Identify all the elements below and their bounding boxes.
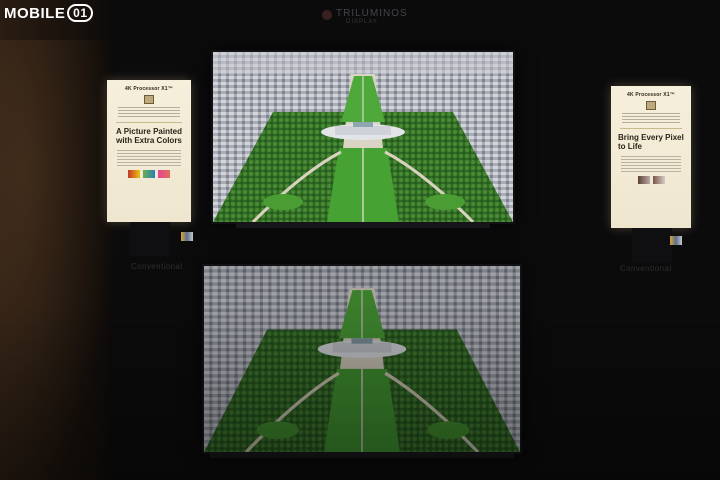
card-right-divider <box>620 128 682 129</box>
card-right-thumbnails <box>618 176 684 184</box>
tv-bezel-top <box>236 222 490 228</box>
brand-subtitle: DISPLAY <box>346 19 378 25</box>
card-left-headline: A Picture Painted with Extra Colors <box>116 127 182 145</box>
color-sample-thumbnail <box>143 170 155 178</box>
floor-shadow <box>0 300 720 480</box>
flower-thumbnail <box>158 170 170 178</box>
card-right-tag <box>670 236 682 245</box>
watermark-logo: MOBILE 01 <box>4 2 94 24</box>
detail-thumbnail <box>652 176 665 184</box>
tv-screen-top <box>213 52 513 222</box>
card-left-thumbnails <box>114 170 184 178</box>
processor-chip-icon <box>646 101 656 110</box>
card-left-body <box>117 150 181 166</box>
card-left-stand <box>130 222 170 256</box>
card-right-label: 4K Processor X1™ <box>627 92 675 98</box>
exhibit-scene: MOBILE 01 TRILUMINOS DISPLAY 4K Processo… <box>0 0 720 480</box>
processor-chip-icon <box>144 95 154 104</box>
card-left-fineprint <box>118 107 180 119</box>
brand-sign: TRILUMINOS DISPLAY <box>322 6 422 28</box>
card-right-stand <box>632 228 672 262</box>
caption-right: Conventional <box>620 264 672 273</box>
info-card-left: 4K Processor X1™ A Picture Painted with … <box>107 80 191 222</box>
card-right-fineprint <box>622 113 680 125</box>
texture-thumbnail <box>637 176 650 184</box>
color-gamut-thumbnail <box>128 170 140 178</box>
info-card-right: 4K Processor X1™ Bring Every Pixel to Li… <box>611 86 691 228</box>
brand-logo-icon <box>322 10 332 20</box>
paris-aerial-image-top <box>213 52 513 222</box>
watermark-badge: 01 <box>67 4 94 22</box>
watermark-text: MOBILE <box>4 4 66 22</box>
caption-left: Conventional <box>131 262 183 271</box>
card-left-tag <box>181 232 193 241</box>
card-right-headline: Bring Every Pixel to Life <box>618 133 684 151</box>
card-left-divider <box>116 122 182 123</box>
card-left-label: 4K Processor X1™ <box>125 86 173 92</box>
card-right-body <box>621 156 681 172</box>
brand-name: TRILUMINOS <box>336 8 408 19</box>
